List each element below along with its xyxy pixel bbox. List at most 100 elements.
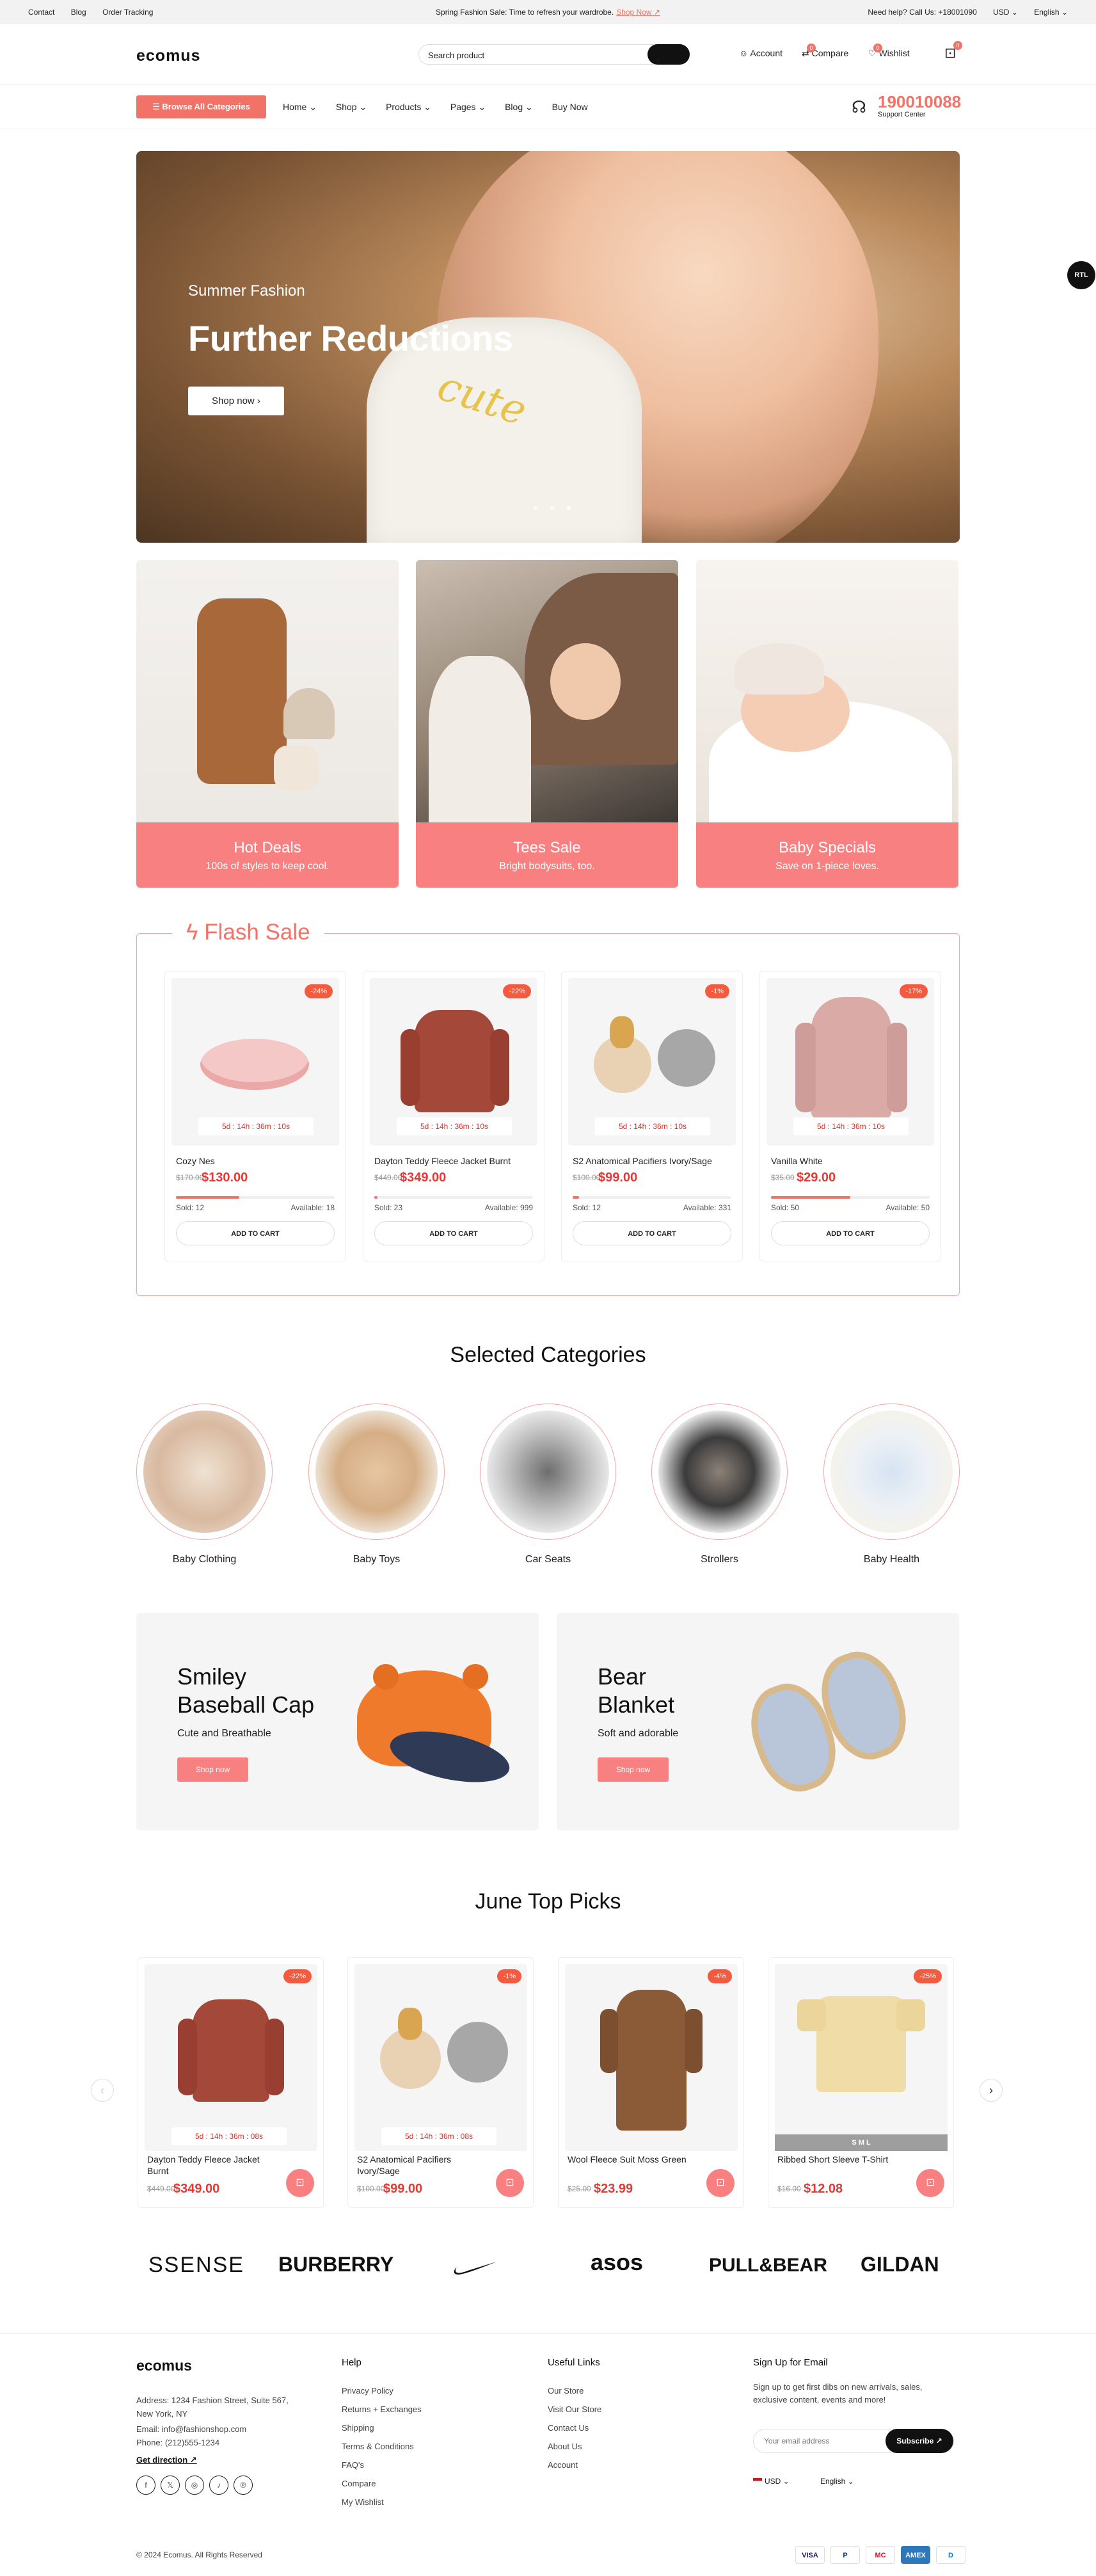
slider-dot[interactable]: [550, 506, 554, 510]
subscribe-button[interactable]: Subscribe ↗: [886, 2429, 953, 2453]
carousel-next-button[interactable]: ›: [980, 2079, 1003, 2102]
product-name[interactable]: Dayton Teddy Fleece Jacket Burnt: [147, 2154, 275, 2177]
rtl-toggle[interactable]: RTL: [1067, 261, 1095, 289]
facebook-icon[interactable]: f: [136, 2476, 155, 2495]
footer-logo[interactable]: ecomus: [136, 2357, 296, 2374]
product-card[interactable]: -4% Wool Fleece Suit Moss Green $25.00 $…: [558, 1957, 744, 2208]
instagram-icon[interactable]: ◎: [185, 2476, 204, 2495]
footer-link[interactable]: Account: [548, 2460, 601, 2470]
slider-dot[interactable]: [567, 506, 571, 510]
quick-add-button[interactable]: ⊡: [286, 2169, 314, 2197]
footer-language-select[interactable]: English ⌄: [820, 2477, 854, 2486]
product-name[interactable]: Wool Fleece Suit Moss Green: [568, 2154, 695, 2165]
brand-logo-gildan[interactable]: GILDAN: [861, 2253, 939, 2276]
product-card[interactable]: -1% 5d : 14h : 36m : 08s S2 Anatomical P…: [347, 1957, 534, 2208]
slider-dot[interactable]: [534, 506, 537, 510]
wishlist-link[interactable]: ♡ Wishlist 0: [868, 44, 910, 59]
product-name[interactable]: Cozy Nes: [176, 1156, 215, 1166]
nav-home[interactable]: Home ⌄: [283, 102, 317, 112]
footer-link[interactable]: Contact Us: [548, 2423, 601, 2433]
product-image[interactable]: [354, 1964, 527, 2151]
brand-logo-nike[interactable]: [452, 2258, 498, 2283]
hero-shop-now-button[interactable]: Shop now ›: [188, 387, 284, 415]
email-input[interactable]: Your email address: [764, 2436, 829, 2445]
category-card-baby-specials[interactable]: Baby Specials Save on 1-piece loves.: [696, 560, 958, 888]
search-input[interactable]: Search product: [428, 51, 484, 60]
search-bar[interactable]: Search product ⌕: [418, 44, 690, 65]
cart-button[interactable]: ⊡ 0: [944, 41, 962, 61]
category-circle-car-seats[interactable]: Car Seats: [480, 1404, 616, 1565]
product-card[interactable]: -22% 5d : 14h : 36m : 08s Dayton Teddy F…: [138, 1957, 324, 2208]
category-circle-strollers[interactable]: Strollers: [651, 1404, 788, 1565]
footer-currency-select[interactable]: USD ⌄: [753, 2477, 790, 2486]
x-icon[interactable]: 𝕏: [161, 2476, 180, 2495]
quick-add-button[interactable]: ⊡: [706, 2169, 735, 2197]
category-card-hot-deals[interactable]: Hot Deals 100s of styles to keep cool.: [136, 560, 399, 888]
footer-link[interactable]: Shipping: [342, 2423, 422, 2433]
brand-logo-ssense[interactable]: SSENSE: [148, 2253, 244, 2278]
product-card[interactable]: S M L -25% Ribbed Short Sleeve T-Shirt $…: [768, 1957, 954, 2208]
pinterest-icon[interactable]: ℗: [234, 2476, 253, 2495]
currency-select[interactable]: USD ⌄: [993, 8, 1018, 17]
footer-link[interactable]: Our Store: [548, 2386, 601, 2396]
account-link[interactable]: ☺ Account: [739, 48, 782, 58]
promo-link[interactable]: Shop Now ↗: [616, 8, 660, 17]
browse-categories-button[interactable]: ☰ Browse All Categories: [136, 95, 266, 118]
carousel-prev-button[interactable]: ‹: [91, 2079, 114, 2102]
footer-link[interactable]: Terms & Conditions: [342, 2442, 422, 2451]
product-card[interactable]: -22% 5d : 14h : 36m : 10s Dayton Teddy F…: [363, 971, 544, 1261]
promo-banner-cap[interactable]: Smiley Baseball Cap Cute and Breathable …: [136, 1613, 539, 1830]
get-direction-link[interactable]: Get direction ↗: [136, 2455, 296, 2465]
footer-link[interactable]: Compare: [342, 2479, 422, 2488]
brand-logo-asos[interactable]: asos: [591, 2249, 643, 2276]
compare-link[interactable]: ⇄ Compare 0: [802, 44, 848, 59]
product-name[interactable]: S2 Anatomical Pacifiers Ivory/Sage: [357, 2154, 485, 2177]
product-name[interactable]: S2 Anatomical Pacifiers Ivory/Sage: [573, 1156, 712, 1166]
nav-buy-now[interactable]: Buy Now: [552, 102, 588, 112]
product-name[interactable]: Vanilla White: [771, 1156, 823, 1166]
promo-banner-blanket[interactable]: Bear Blanket Soft and adorable Shop now: [557, 1613, 959, 1830]
footer-link[interactable]: Privacy Policy: [342, 2386, 422, 2396]
footer-link[interactable]: My Wishlist: [342, 2497, 422, 2507]
product-name[interactable]: Dayton Teddy Fleece Jacket Burnt: [374, 1156, 511, 1166]
add-to-cart-button[interactable]: ADD TO CART: [374, 1221, 533, 1245]
brand-logo-pullbear[interactable]: PULL&BEAR: [709, 2255, 827, 2276]
product-image[interactable]: S M L: [775, 1964, 948, 2151]
footer-link[interactable]: FAQ's: [342, 2460, 422, 2470]
product-card[interactable]: -1% 5d : 14h : 36m : 10s S2 Anatomical P…: [561, 971, 743, 1261]
search-button[interactable]: ⌕: [647, 44, 690, 65]
product-card[interactable]: -17% 5d : 14h : 36m : 10s Vanilla White …: [759, 971, 941, 1261]
countdown-timer: 5d : 14h : 36m : 10s: [793, 1117, 909, 1135]
product-card[interactable]: -24% 5d : 14h : 36m : 10s Cozy Nes $170.…: [164, 971, 346, 1261]
tiktok-icon[interactable]: ♪: [209, 2476, 228, 2495]
quick-add-button[interactable]: ⊡: [916, 2169, 944, 2197]
hero-shirt-print: cute: [432, 362, 532, 435]
nav-shop[interactable]: Shop ⌄: [336, 102, 367, 112]
nav-pages[interactable]: Pages ⌄: [450, 102, 486, 112]
promo-shop-now-button[interactable]: Shop now: [177, 1757, 248, 1782]
quick-add-button[interactable]: ⊡: [496, 2169, 524, 2197]
product-image[interactable]: [565, 1964, 738, 2151]
add-to-cart-button[interactable]: ADD TO CART: [771, 1221, 930, 1245]
category-circle-baby-health[interactable]: Baby Health: [823, 1404, 960, 1565]
hero-slider[interactable]: cute Summer Fashion Further Reductions S…: [136, 151, 960, 543]
promo-shop-now-button[interactable]: Shop now: [598, 1757, 669, 1782]
add-to-cart-button[interactable]: ADD TO CART: [176, 1221, 335, 1245]
logo[interactable]: ecomus: [136, 47, 200, 65]
footer-link[interactable]: Returns + Exchanges: [342, 2404, 422, 2414]
category-card-tees-sale[interactable]: Tees Sale Bright bodysuits, too.: [416, 560, 678, 888]
promo-subtitle: Cute and Breathable: [177, 1728, 271, 1739]
category-circle-baby-clothing[interactable]: Baby Clothing: [136, 1404, 273, 1565]
size-options[interactable]: S M L: [775, 2134, 948, 2151]
language-select[interactable]: English ⌄: [1034, 8, 1068, 17]
category-circle-baby-toys[interactable]: Baby Toys: [308, 1404, 445, 1565]
support-block[interactable]: ☊ 190010088 Support Center: [852, 92, 961, 118]
footer-link[interactable]: About Us: [548, 2442, 601, 2451]
nav-products[interactable]: Products ⌄: [386, 102, 431, 112]
add-to-cart-button[interactable]: ADD TO CART: [573, 1221, 731, 1245]
nav-blog[interactable]: Blog ⌄: [505, 102, 533, 112]
product-name[interactable]: Ribbed Short Sleeve T-Shirt: [777, 2154, 905, 2165]
footer-link[interactable]: Visit Our Store: [548, 2404, 601, 2414]
brand-logo-burberry[interactable]: BURBERRY: [278, 2253, 393, 2276]
product-image[interactable]: [145, 1964, 317, 2151]
